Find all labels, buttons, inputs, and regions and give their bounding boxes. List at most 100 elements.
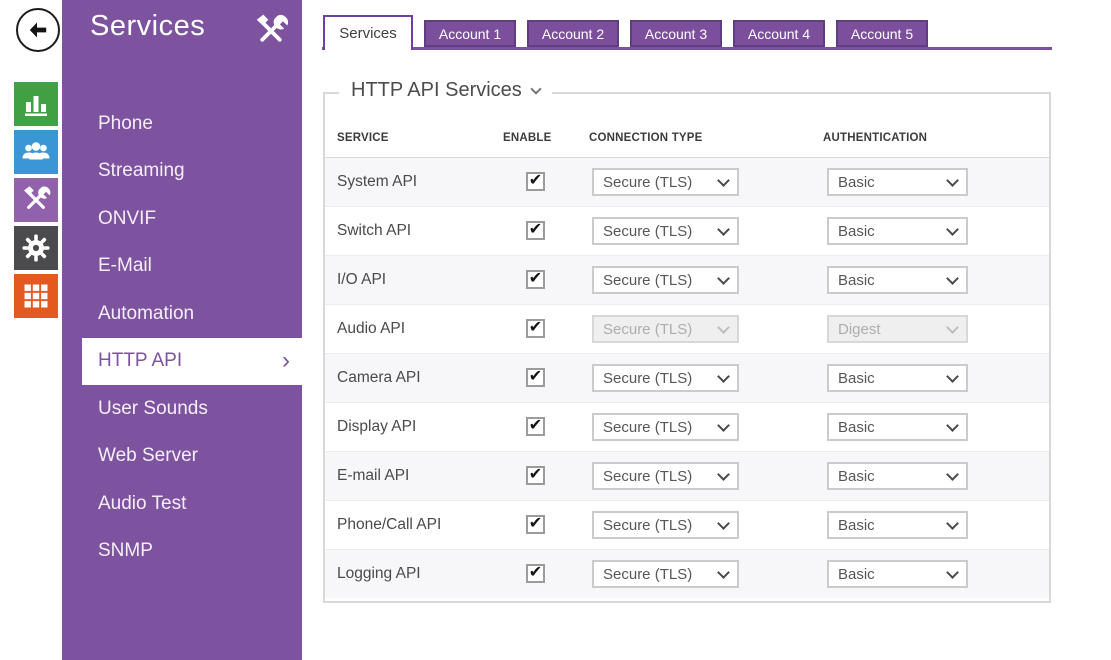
authentication-select[interactable]: Basic	[827, 266, 968, 294]
chevron-down-icon	[946, 272, 959, 285]
chevron-down-icon	[946, 223, 959, 236]
tab-account-1[interactable]: Account 1	[424, 20, 516, 47]
authentication-select[interactable]: Basic	[827, 168, 968, 196]
chevron-down-icon	[717, 370, 730, 383]
enable-checkbox[interactable]: ✔	[526, 172, 545, 191]
chevron-down-icon	[717, 419, 730, 432]
authentication-select[interactable]: Basic	[827, 364, 968, 392]
tab-account-2[interactable]: Account 2	[527, 20, 619, 47]
select-value: Secure (TLS)	[603, 566, 692, 583]
sidebar-item-user-sounds[interactable]: User Sounds	[62, 385, 302, 433]
connection-type-select[interactable]: Secure (TLS)	[592, 560, 739, 588]
tab-account-3[interactable]: Account 3	[630, 20, 722, 47]
select-value: Secure (TLS)	[603, 370, 692, 387]
table-row: Audio API✔Secure (TLS)Digest	[325, 304, 1049, 353]
chevron-down-icon	[717, 272, 730, 285]
table-row: Display API ✔ Secure (TLS) Basic	[325, 402, 1049, 451]
chevron-down-icon	[946, 174, 959, 187]
panel-legend[interactable]: HTTP API Services	[339, 79, 552, 102]
checkmark-icon: ✔	[529, 562, 542, 582]
connection-type-select[interactable]: Secure (TLS)	[592, 511, 739, 539]
table-row: E-mail API✔Secure (TLS)Basic	[325, 451, 1049, 500]
authentication-select[interactable]: Basic	[827, 511, 968, 539]
bar-chart-icon[interactable]	[14, 82, 58, 126]
enable-checkbox[interactable]: ✔	[526, 515, 545, 534]
checkmark-icon: ✔	[529, 268, 542, 288]
select-value: Secure (TLS)	[603, 517, 692, 534]
chevron-down-icon	[946, 370, 959, 383]
enable-checkbox[interactable]: ✔	[526, 564, 545, 583]
sidebar-item-audio-test[interactable]: Audio Test	[62, 480, 302, 528]
column-header-connection-type: CONNECTION TYPE	[589, 132, 703, 144]
table-row: Camera API ✔ Secure (TLS) Basic	[325, 353, 1049, 402]
enable-checkbox[interactable]: ✔	[526, 221, 545, 240]
column-header-service: SERVICE	[337, 132, 389, 144]
sidebar-item-label: E-Mail	[98, 255, 152, 277]
authentication-select[interactable]: Basic	[827, 413, 968, 441]
sidebar-item-phone[interactable]: Phone	[62, 100, 302, 148]
sidebar-header: Services	[62, 0, 302, 50]
sidebar-item-web-server[interactable]: Web Server	[62, 433, 302, 481]
back-button[interactable]	[16, 8, 60, 52]
sidebar-item-snmp[interactable]: SNMP	[62, 528, 302, 576]
connection-type-select[interactable]: Secure (TLS)	[592, 364, 739, 392]
sidebar-item-label: Streaming	[98, 160, 185, 182]
service-name: System API	[337, 158, 417, 206]
sidebar-item-e-mail[interactable]: E-Mail	[62, 243, 302, 291]
select-value: Basic	[838, 566, 875, 583]
table-row: Logging API✔Secure (TLS)Basic	[325, 549, 1049, 598]
tab-account-5[interactable]: Account 5	[836, 20, 928, 47]
nav-rail	[14, 82, 58, 322]
chevron-right-icon: ›	[282, 349, 290, 373]
connection-type-select[interactable]: Secure (TLS)	[592, 217, 739, 245]
tab-account-4[interactable]: Account 4	[733, 20, 825, 47]
sidebar-item-onvif[interactable]: ONVIF	[62, 195, 302, 243]
sidebar-item-streaming[interactable]: Streaming	[62, 148, 302, 196]
enable-checkbox[interactable]: ✔	[526, 466, 545, 485]
enable-checkbox[interactable]: ✔	[526, 270, 545, 289]
sidebar-item-label: Phone	[98, 113, 153, 135]
select-value: Basic	[838, 419, 875, 436]
sidebar-item-label: Automation	[98, 303, 194, 325]
table-row: Phone/Call API ✔ Secure (TLS) Basic	[325, 500, 1049, 549]
select-value: Basic	[838, 517, 875, 534]
connection-type-select[interactable]: Secure (TLS)	[592, 462, 739, 490]
sidebar-item-label: Audio Test	[98, 493, 186, 515]
authentication-select[interactable]: Basic	[827, 560, 968, 588]
checkmark-icon: ✔	[529, 513, 542, 533]
gear-icon[interactable]	[14, 226, 58, 270]
service-name: Phone/Call API	[337, 501, 441, 549]
app-window: Services Phone Streaming ONVIF E-Mail Automa…	[0, 0, 1111, 660]
connection-type-select[interactable]: Secure (TLS)	[592, 413, 739, 441]
table-row: Switch API✔Secure (TLS)Basic	[325, 206, 1049, 255]
checkmark-icon: ✔	[529, 464, 542, 484]
chevron-down-icon	[717, 468, 730, 481]
authentication-select: Digest	[827, 315, 968, 343]
users-icon[interactable]	[14, 130, 58, 174]
service-name: Display API	[337, 403, 416, 451]
grid-icon[interactable]	[14, 274, 58, 318]
enable-checkbox[interactable]: ✔	[526, 368, 545, 387]
connection-type-select[interactable]: Secure (TLS)	[592, 168, 739, 196]
authentication-select[interactable]: Basic	[827, 462, 968, 490]
chevron-down-icon	[717, 566, 730, 579]
panel-title: HTTP API Services	[351, 79, 522, 102]
chevron-down-icon	[717, 517, 730, 530]
select-value: Secure (TLS)	[603, 419, 692, 436]
arrow-left-icon	[26, 18, 50, 42]
service-name: Camera API	[337, 354, 421, 402]
connection-type-select: Secure (TLS)	[592, 315, 739, 343]
sidebar-item-http-api[interactable]: HTTP API›	[82, 338, 302, 386]
authentication-select[interactable]: Basic	[827, 217, 968, 245]
tools-icon[interactable]	[14, 178, 58, 222]
enable-checkbox[interactable]: ✔	[526, 417, 545, 436]
tab-services[interactable]: Services	[323, 15, 413, 50]
connection-type-select[interactable]: Secure (TLS)	[592, 266, 739, 294]
enable-checkbox[interactable]: ✔	[526, 319, 545, 338]
chevron-down-icon	[946, 321, 959, 334]
sidebar-item-automation[interactable]: Automation	[62, 290, 302, 338]
chevron-down-icon	[530, 83, 541, 94]
checkmark-icon: ✔	[529, 366, 542, 386]
sidebar-item-label: SNMP	[98, 540, 153, 562]
sidebar-item-label: Web Server	[98, 445, 198, 467]
